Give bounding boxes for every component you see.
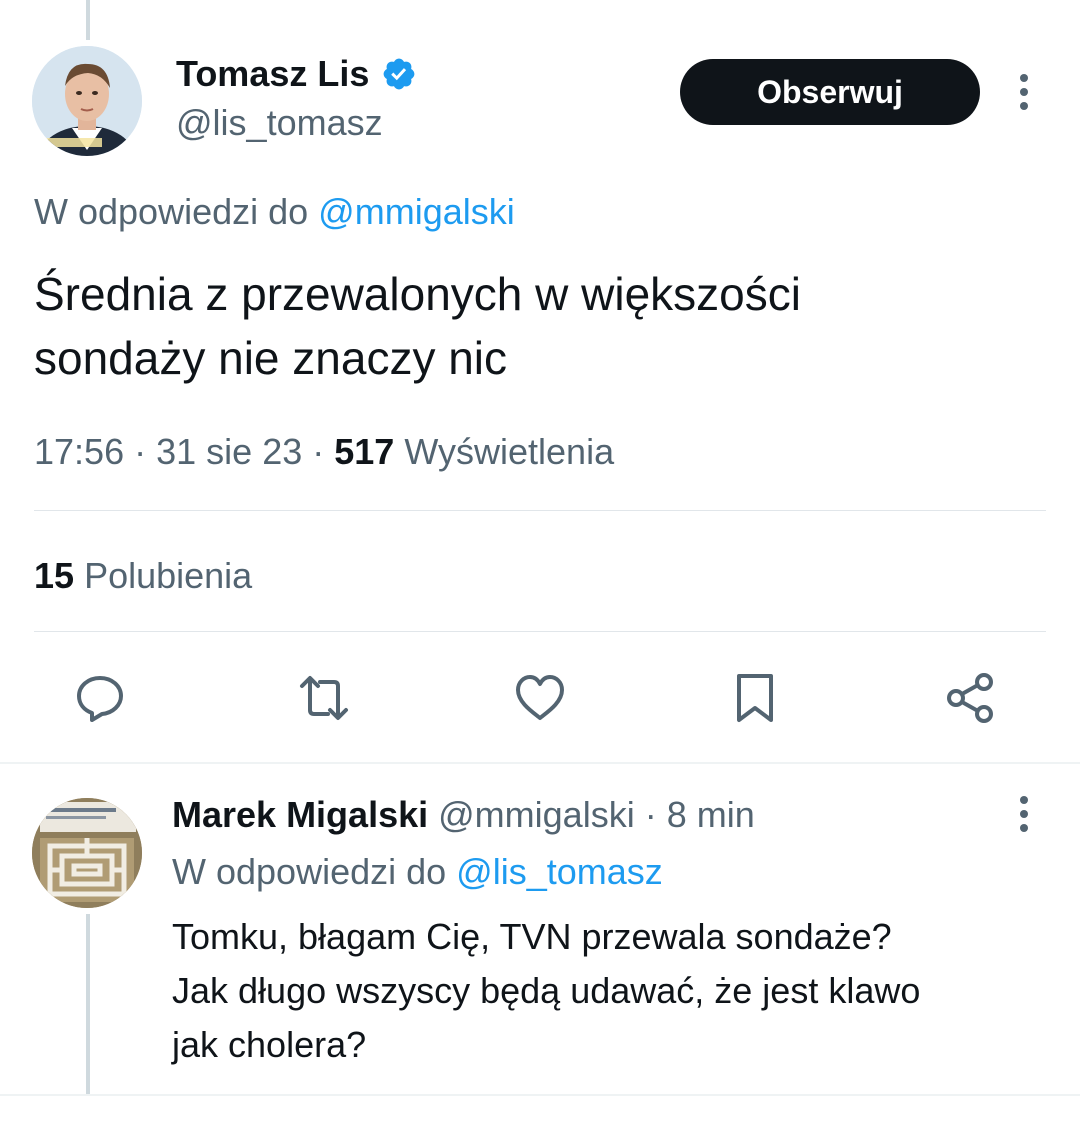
reply-context: W odpowiedzi do @lis_tomasz <box>172 850 663 894</box>
views-label: Wyświetlenia <box>404 431 615 472</box>
more-options-icon[interactable] <box>1018 794 1030 834</box>
likes-label: Polubienia <box>84 555 253 596</box>
views-count: 517 <box>334 431 395 472</box>
verified-badge-icon <box>384 58 415 90</box>
reply-text: Tomku, błagam Cię, TVN przewala sondaże?… <box>172 910 1052 1072</box>
tweet-meta: 17:56 · 31 sie 23 · 517 Wyświetlenia <box>34 428 614 476</box>
likes-stat[interactable]: 15 Polubienia <box>34 552 252 600</box>
thread-line <box>86 914 90 1094</box>
reply-icon[interactable] <box>72 670 128 726</box>
more-options-icon[interactable] <box>1018 72 1030 112</box>
avatar-image <box>32 798 142 908</box>
separator-dot: · <box>644 794 657 835</box>
avatar[interactable] <box>32 798 142 908</box>
tweet-text-line: sondaży nie znaczy nic <box>34 332 508 384</box>
likes-count: 15 <box>34 555 75 596</box>
reply-author-handle[interactable]: @mmigalski <box>438 794 635 835</box>
divider <box>34 631 1046 632</box>
reply-context-prefix: W odpowiedzi do <box>34 191 309 232</box>
follow-button[interactable]: Obserwuj <box>680 59 980 125</box>
avatar-image <box>32 46 142 156</box>
reply-text-line: Tomku, błagam Cię, TVN przewala sondaże? <box>172 916 892 957</box>
separator-dot: · <box>312 431 325 472</box>
author-handle[interactable]: @lis_tomasz <box>176 100 383 146</box>
author-name-row[interactable]: Tomasz Lis <box>176 52 417 96</box>
reply-context-prefix: W odpowiedzi do <box>172 851 447 892</box>
section-divider <box>0 762 1080 764</box>
share-icon[interactable] <box>942 670 998 726</box>
reply-context: W odpowiedzi do @mmigalski <box>34 190 515 234</box>
section-divider <box>0 1094 1080 1096</box>
tweet-text: Średnia z przewalonych w większości sond… <box>34 262 1044 390</box>
reply-text-line: jak cholera? <box>172 1024 367 1065</box>
reply-text-line: Jak długo wszyscy będą udawać, że jest k… <box>172 970 921 1011</box>
retweet-icon[interactable] <box>296 670 352 726</box>
reply-to-mention[interactable]: @lis_tomasz <box>456 851 663 892</box>
tweet-date[interactable]: 31 sie 23 <box>156 431 302 472</box>
bookmark-icon[interactable] <box>727 670 783 726</box>
avatar[interactable] <box>32 46 142 156</box>
divider <box>34 510 1046 511</box>
tweet-text-line: Średnia z przewalonych w większości <box>34 268 801 320</box>
reply-author-name[interactable]: Marek Migalski <box>172 794 428 835</box>
like-icon[interactable] <box>512 670 568 726</box>
thread-line-top <box>86 0 90 40</box>
tweet-time[interactable]: 17:56 <box>34 431 124 472</box>
reply-header: Marek Migalski @mmigalski · 8 min <box>172 792 755 838</box>
separator-dot: · <box>134 431 147 472</box>
author-name[interactable]: Tomasz Lis <box>176 52 369 96</box>
reply-to-mention[interactable]: @mmigalski <box>318 191 515 232</box>
reply-time[interactable]: 8 min <box>667 794 755 835</box>
